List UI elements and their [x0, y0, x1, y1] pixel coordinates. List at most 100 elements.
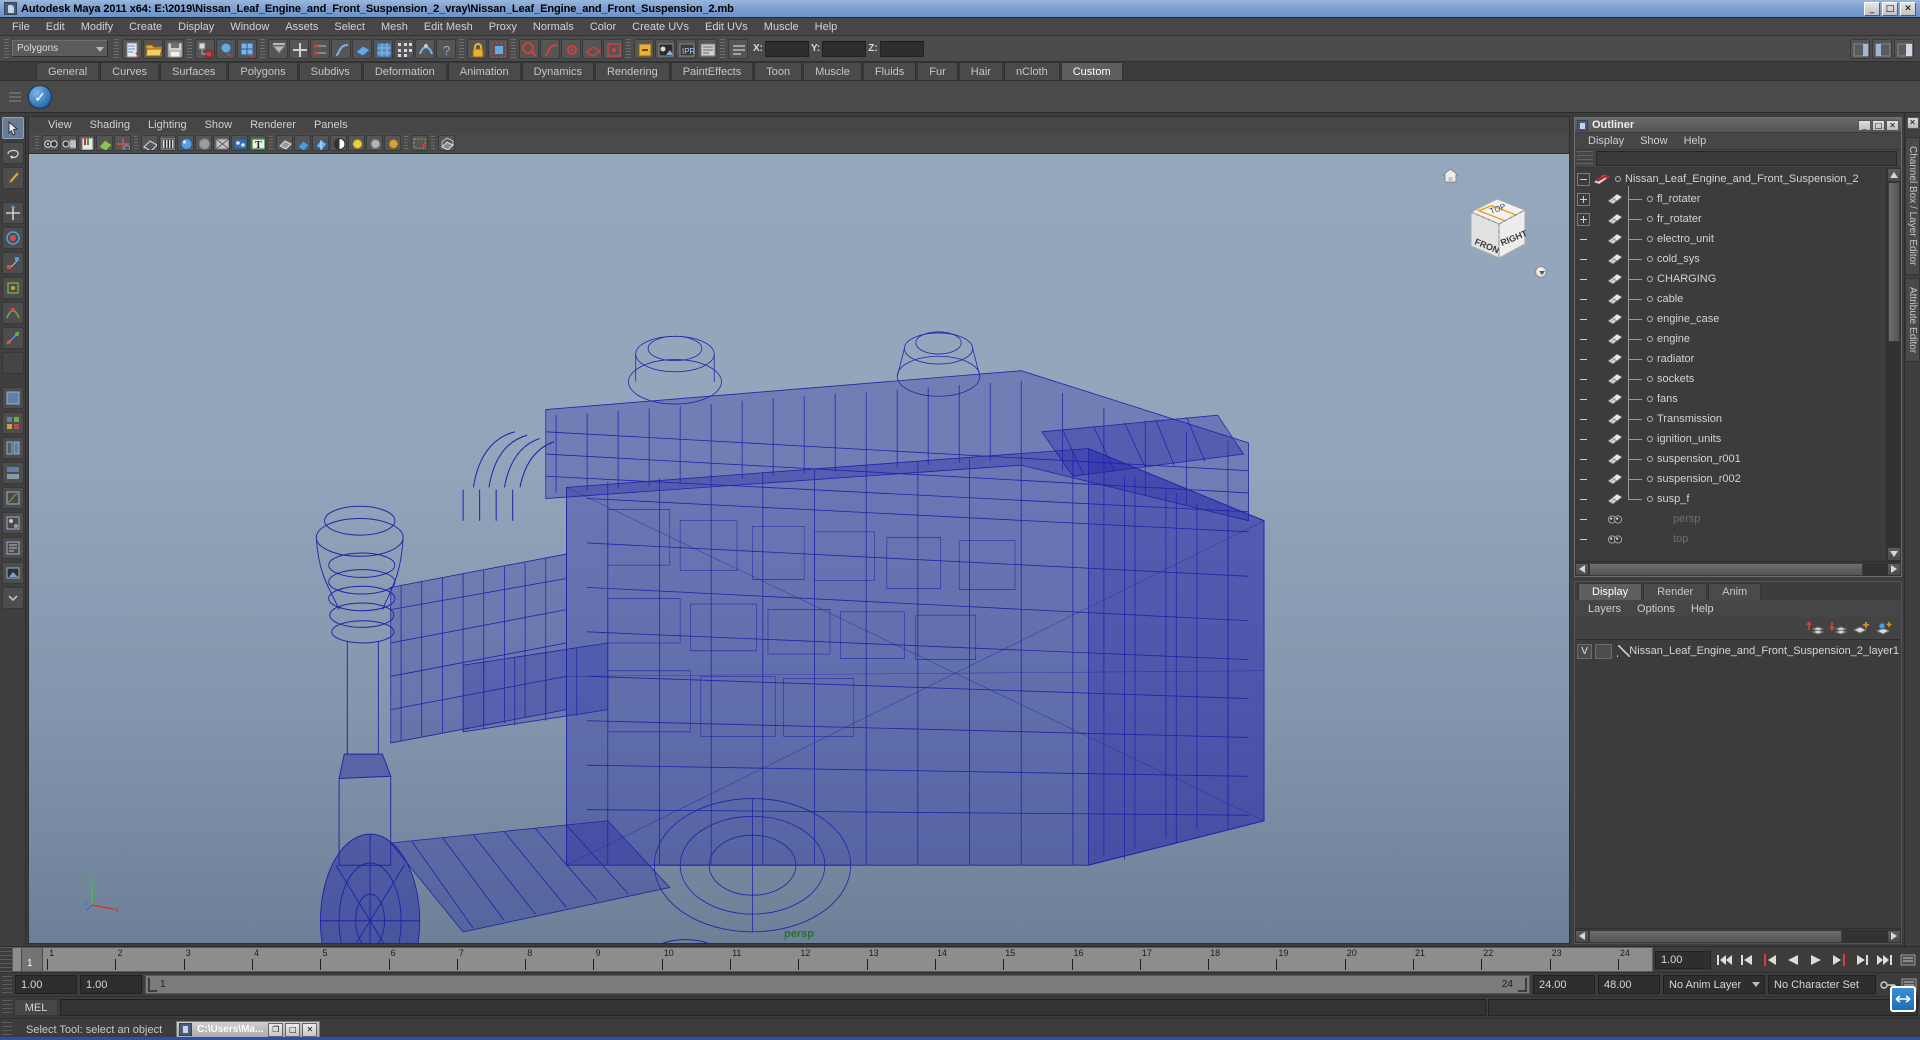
layer-editor-horizontal-scrollbar[interactable]	[1575, 928, 1901, 943]
outliner-item[interactable]: Nissan_Leaf_Engine_and_Front_Suspension_…	[1575, 169, 1886, 189]
outliner-scroll-up-button[interactable]	[1887, 168, 1901, 182]
view-cube[interactable]: TOP FRONT RIGHT	[1453, 182, 1541, 270]
menu-edit[interactable]: Edit	[38, 20, 73, 34]
open-scene-button[interactable]	[143, 38, 163, 59]
shelf-tab-dynamics[interactable]: Dynamics	[521, 62, 594, 80]
time-slider[interactable]: 1 1 2 3 4 5 6 7 8 9 10 11 12 13 14 15 16 17 18 19 20 21 22 23 2…	[12, 947, 1653, 972]
menu-edit-uvs[interactable]: Edit UVs	[697, 20, 756, 34]
outliner-expander-icon[interactable]	[1577, 192, 1590, 206]
universal-manipulator-tool[interactable]	[1, 277, 24, 299]
viewport-menu-renderer[interactable]: Renderer	[241, 119, 305, 131]
render-current-frame-button[interactable]	[655, 38, 675, 59]
menu-normals[interactable]: Normals	[525, 20, 582, 34]
select-subdiv-button[interactable]	[394, 38, 414, 59]
shadows-icon[interactable]	[330, 135, 347, 151]
toolbar-grip-2[interactable]	[114, 38, 119, 59]
outliner-item[interactable]: suspension_r002	[1575, 465, 1886, 489]
menu-assets[interactable]: Assets	[277, 20, 326, 34]
lasso-tool[interactable]	[1, 142, 24, 164]
shelf-tab-fluids[interactable]: Fluids	[862, 62, 917, 80]
select-by-object-type-button[interactable]	[216, 38, 236, 59]
new-layer-from-selected-icon[interactable]	[1875, 620, 1893, 636]
step-forward-keyframe-button[interactable]	[1852, 950, 1872, 970]
select-polygons-button[interactable]	[373, 38, 393, 59]
outliner-expander-icon[interactable]	[1577, 212, 1590, 226]
layer-color-swatch[interactable]	[1615, 644, 1631, 659]
tab-anim-layers[interactable]: Anim	[1708, 583, 1762, 600]
select-curves-button[interactable]	[331, 38, 351, 59]
maya-support-float-button[interactable]	[1890, 986, 1916, 1012]
shelf-tab-custom[interactable]: Custom	[1060, 62, 1123, 80]
layer-hscroll-left-button[interactable]	[1575, 929, 1589, 943]
maximize-button[interactable]: □	[1882, 1, 1898, 16]
snap-to-curve-button[interactable]	[540, 38, 560, 59]
step-forward-frame-button[interactable]	[1829, 950, 1849, 970]
select-by-hierarchy-button[interactable]	[195, 38, 215, 59]
outliner-item[interactable]: ignition_units	[1575, 425, 1886, 449]
go-to-end-button[interactable]	[1875, 950, 1895, 970]
hardware-texturing-icon[interactable]	[231, 135, 248, 151]
filter-icon[interactable]	[1577, 151, 1593, 166]
select-by-component-type-button[interactable]	[237, 38, 257, 59]
viewport-menu-shading[interactable]: Shading	[81, 119, 139, 131]
new-scene-button[interactable]	[122, 38, 142, 59]
outliner-item[interactable]: susp_f	[1575, 485, 1886, 509]
outliner-tree[interactable]: Nissan_Leaf_Engine_and_Front_Suspension_…	[1575, 168, 1901, 561]
layer-row[interactable]: V Nissan_Leaf_Engine_and_Front_Suspension…	[1577, 642, 1899, 660]
shelf-tab-painteffects[interactable]: PaintEffects	[670, 62, 754, 80]
viewport-menu-view[interactable]: View	[39, 119, 81, 131]
perspective-viewport[interactable]: y x z TOP FRONT RIGHT persp	[28, 153, 1570, 944]
outliner-scroll-down-button[interactable]	[1887, 547, 1901, 561]
texture-border-icon[interactable]: T	[249, 135, 266, 151]
snap-to-point-button[interactable]	[561, 38, 581, 59]
menu-create[interactable]: Create	[121, 20, 170, 34]
outliner-maximize-button[interactable]: □	[1872, 119, 1885, 131]
current-frame-field[interactable]: 1.00	[1655, 950, 1711, 969]
step-back-keyframe-button[interactable]	[1737, 950, 1757, 970]
toolbar-grip-8[interactable]	[720, 38, 725, 59]
menu-select[interactable]: Select	[326, 20, 373, 34]
layer-list[interactable]: V Nissan_Leaf_Engine_and_Front_Suspension…	[1575, 639, 1901, 928]
minimize-button[interactable]: _	[1864, 1, 1880, 16]
last-tool-used-button[interactable]	[1, 352, 24, 374]
shelf-tab-hair[interactable]: Hair	[958, 62, 1003, 80]
xray-icon[interactable]	[438, 135, 455, 151]
outliner-hscroll-thumb[interactable]	[1589, 562, 1864, 576]
command-input-field[interactable]	[60, 999, 1486, 1016]
layer-playback-toggle[interactable]	[1595, 643, 1612, 659]
render-settings-button[interactable]	[697, 38, 717, 59]
show-manipulator-tool[interactable]	[1, 327, 24, 349]
z-field[interactable]	[879, 40, 924, 57]
menu-create-uvs[interactable]: Create UVs	[624, 20, 697, 34]
outliner-item[interactable]: cold_sys	[1575, 245, 1886, 269]
use-selected-lights-icon[interactable]	[312, 135, 329, 151]
shelf-tab-ncloth[interactable]: nCloth	[1003, 62, 1060, 80]
viewport-menu-lighting[interactable]: Lighting	[139, 119, 196, 131]
layout-relationship-editor-button[interactable]	[1, 537, 24, 559]
show-hide-tool-settings-button[interactable]	[1872, 38, 1892, 59]
input-mode-button[interactable]	[728, 38, 748, 59]
layout-four-view-button[interactable]	[1, 412, 24, 434]
outliner-scroll-track[interactable]	[1887, 182, 1901, 547]
construction-history-button[interactable]	[488, 38, 508, 59]
select-deformers-button[interactable]	[415, 38, 435, 59]
xray-selection-icon[interactable]	[411, 135, 428, 151]
layer-menu-options[interactable]: Options	[1629, 603, 1683, 615]
menu-set-selector[interactable]: Polygons	[12, 40, 108, 57]
outliner-item[interactable]: suspension_r001	[1575, 445, 1886, 469]
layer-visibility-toggle[interactable]: V	[1577, 643, 1593, 659]
go-to-start-button[interactable]	[1714, 950, 1734, 970]
snap-to-view-button[interactable]	[603, 38, 623, 59]
menu-muscle[interactable]: Muscle	[756, 20, 807, 34]
view-cube-menu-icon[interactable]	[1535, 266, 1547, 278]
outliner-search-input[interactable]	[1596, 151, 1897, 166]
layout-graph-editor-button[interactable]	[1, 487, 24, 509]
time-slider-grip[interactable]	[0, 947, 12, 972]
layout-render-view-button[interactable]	[1, 562, 24, 584]
range-slider-bar[interactable]: 1 24	[145, 975, 1530, 994]
shelf-tab-surfaces[interactable]: Surfaces	[159, 62, 228, 80]
x-field[interactable]	[765, 40, 809, 57]
snap-to-grid-button[interactable]	[519, 38, 539, 59]
shelf-tab-animation[interactable]: Animation	[447, 62, 521, 80]
range-right-handle[interactable]	[1518, 978, 1527, 992]
